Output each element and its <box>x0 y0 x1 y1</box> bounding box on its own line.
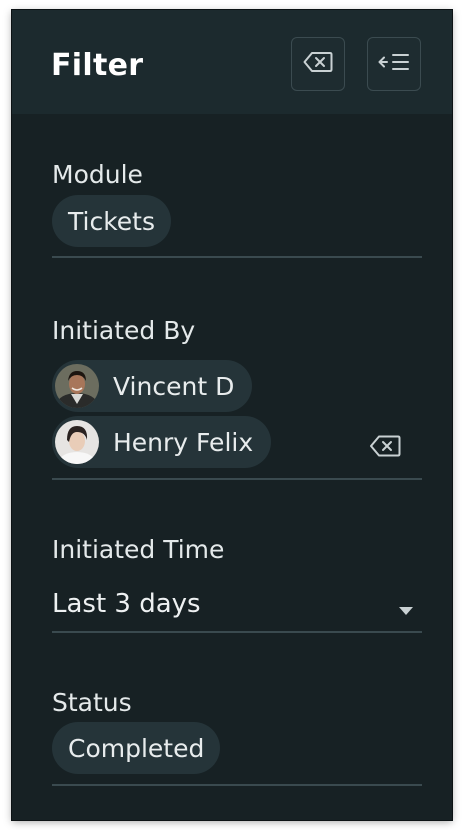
backspace-clear-icon <box>303 51 333 77</box>
collapse-panel-button[interactable] <box>367 37 421 91</box>
person-name: Henry Felix <box>113 427 254 457</box>
person-chip-henry[interactable]: Henry Felix <box>52 416 272 468</box>
module-chip-tickets[interactable]: Tickets <box>52 195 171 247</box>
module-label: Module <box>52 160 143 189</box>
user-avatar <box>55 420 99 464</box>
user-avatar <box>55 364 99 408</box>
divider <box>52 631 422 633</box>
chip-label: Tickets <box>68 206 155 236</box>
person-name: Vincent D <box>113 371 235 401</box>
initiated-time-select[interactable]: Last 3 days <box>52 589 201 619</box>
chip-label: Completed <box>68 733 205 763</box>
status-label: Status <box>52 688 132 717</box>
caret-down-icon[interactable] <box>398 601 414 620</box>
filter-header: Filter <box>12 10 452 114</box>
initiated-by-label: Initiated By <box>52 316 196 345</box>
divider <box>52 478 422 480</box>
collapse-panel-icon <box>378 51 410 77</box>
backspace-clear-icon[interactable] <box>369 434 401 462</box>
clear-filters-button[interactable] <box>291 37 345 91</box>
initiated-time-label: Initiated Time <box>52 535 225 564</box>
filter-panel: Filter Module Tickets Initiated By Vince… <box>12 10 452 820</box>
divider <box>52 784 422 786</box>
status-chip-completed[interactable]: Completed <box>52 722 221 774</box>
divider <box>52 256 422 258</box>
person-chip-vincent[interactable]: Vincent D <box>52 360 253 412</box>
panel-title: Filter <box>51 48 144 83</box>
